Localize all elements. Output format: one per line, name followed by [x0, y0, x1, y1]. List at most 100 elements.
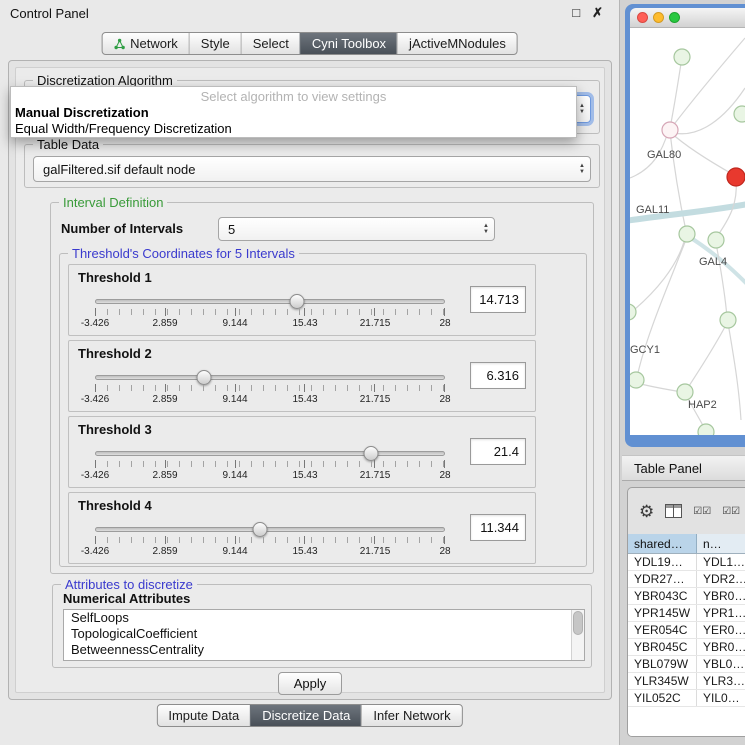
tab-discretize-data[interactable]: Discretize Data [250, 705, 361, 726]
network-node-gal80[interactable] [662, 122, 678, 138]
cell-name[interactable]: YLR3… [697, 673, 745, 689]
threshold-3-slider[interactable] [95, 451, 445, 456]
network-node[interactable] [674, 49, 690, 65]
node-label-hap2: HAP2 [688, 399, 717, 411]
threshold-2-ticks: -3.426 2.859 9.144 15.43 21.715 28 [95, 385, 445, 391]
close-icon[interactable]: ✗ [592, 5, 603, 21]
network-canvas[interactable]: GAL80 GAL11 GAL4 GCY1 HAP2 [630, 28, 745, 435]
network-node[interactable] [698, 424, 714, 435]
network-node[interactable] [734, 106, 745, 122]
tick-label: 21.715 [360, 394, 391, 405]
list-item[interactable]: BetweennessCentrality [64, 642, 584, 658]
minimize-traffic-light[interactable] [653, 12, 664, 23]
numerical-attributes-list: SelfLoops TopologicalCoefficient Between… [63, 609, 585, 661]
threshold-4-box: Threshold 4 -3.426 2.859 9.144 15.43 21.… [68, 492, 536, 564]
table-row[interactable]: YBL079W YBL0… [628, 656, 745, 673]
cell-name[interactable]: YER0… [697, 622, 745, 638]
close-traffic-light[interactable] [637, 12, 648, 23]
network-node[interactable] [720, 312, 736, 328]
threshold-2-value-field[interactable]: 6.316 [470, 362, 526, 389]
threshold-1-slider[interactable] [95, 299, 445, 304]
cell-shared-name[interactable]: YIL052C [628, 690, 697, 706]
cell-shared-name[interactable]: YDL19… [628, 554, 697, 570]
cell-name[interactable]: YBR0… [697, 588, 745, 604]
tick-label: 2.859 [152, 546, 177, 557]
table-row[interactable]: YER054C YER0… [628, 622, 745, 639]
table-data-group-title: Table Data [33, 137, 103, 152]
number-of-intervals-label: Number of Intervals [61, 221, 183, 236]
columns-icon[interactable] [665, 504, 682, 518]
tab-network[interactable]: Network [102, 33, 189, 54]
list-scrollbar[interactable] [571, 610, 584, 660]
float-icon[interactable]: □ [572, 5, 580, 21]
tick-label: 28 [439, 470, 450, 481]
cell-name[interactable]: YPR1… [697, 605, 745, 621]
cell-shared-name[interactable]: YPR145W [628, 605, 697, 621]
tab-style[interactable]: Style [189, 33, 241, 54]
tab-jactivemnodules[interactable]: jActiveMNodules [397, 33, 517, 54]
threshold-1-ticks: -3.426 2.859 9.144 15.43 21.715 28 [95, 309, 445, 315]
threshold-3-slider-thumb[interactable] [363, 446, 378, 461]
cell-shared-name[interactable]: YBR043C [628, 588, 697, 604]
node-label-gal80: GAL80 [647, 149, 681, 161]
numerical-attributes-label: Numerical Attributes [63, 591, 190, 606]
select-columns-icon[interactable]: ☑☑ [693, 506, 711, 517]
table-row[interactable]: YIL052C YIL0… [628, 690, 745, 707]
threshold-4-slider-thumb[interactable] [252, 522, 267, 537]
threshold-2-slider[interactable] [95, 375, 445, 380]
cell-shared-name[interactable]: YBL079W [628, 656, 697, 672]
list-item[interactable]: SelfLoops [64, 610, 584, 626]
threshold-4-value-field[interactable]: 11.344 [470, 514, 526, 541]
network-node-selected[interactable] [727, 168, 745, 186]
dropdown-option-manual[interactable]: Manual Discretization [11, 105, 576, 121]
network-node-hap2[interactable] [677, 384, 693, 400]
cell-name[interactable]: YDL1… [697, 554, 745, 570]
number-of-intervals-combobox[interactable]: 5 [218, 217, 495, 241]
threshold-3-value-field[interactable]: 21.4 [470, 438, 526, 465]
list-scrollbar-thumb[interactable] [573, 611, 583, 635]
network-node[interactable] [630, 304, 636, 320]
cell-shared-name[interactable]: YBR045C [628, 639, 697, 655]
tab-impute-data[interactable]: Impute Data [157, 705, 250, 726]
table-row[interactable]: YLR345W YLR3… [628, 673, 745, 690]
zoom-traffic-light[interactable] [669, 12, 680, 23]
gear-icon[interactable]: ⚙ [639, 503, 654, 520]
column-header-name[interactable]: n… [697, 534, 745, 553]
table-data-group: Table Data galFiltered.sif default node [24, 144, 600, 188]
column-header-shared-name[interactable]: shared… [628, 534, 697, 553]
cell-name[interactable]: YBL0… [697, 656, 745, 672]
threshold-4-ticks: -3.426 2.859 9.144 15.43 21.715 28 [95, 537, 445, 543]
network-window-titlebar[interactable] [630, 8, 745, 28]
cell-name[interactable]: YDR2… [697, 571, 745, 587]
apply-button[interactable]: Apply [278, 672, 342, 695]
control-panel-titlebar: Control Panel □ ✗ [0, 0, 619, 26]
network-node-gcy1[interactable] [630, 372, 644, 388]
tab-select[interactable]: Select [241, 33, 300, 54]
list-item[interactable]: TopologicalCoefficient [64, 626, 584, 642]
network-node-gal4[interactable] [708, 232, 724, 248]
threshold-1-slider-thumb[interactable] [289, 294, 304, 309]
tab-cyni-toolbox[interactable]: Cyni Toolbox [300, 33, 397, 54]
table-row[interactable]: YDR27… YDR2… [628, 571, 745, 588]
tab-infer-network[interactable]: Infer Network [361, 705, 461, 726]
network-node[interactable] [679, 226, 695, 242]
cyni-toolbox-panel: Discretization Algorithm Table Data galF… [8, 60, 612, 700]
threshold-1-value-field[interactable]: 14.713 [470, 286, 526, 313]
threshold-4-slider[interactable] [95, 527, 445, 532]
cell-name[interactable]: YBR0… [697, 639, 745, 655]
table-row[interactable]: YBR045C YBR0… [628, 639, 745, 656]
table-row[interactable]: YPR145W YPR1… [628, 605, 745, 622]
cell-shared-name[interactable]: YDR27… [628, 571, 697, 587]
cell-name[interactable]: YIL0… [697, 690, 745, 706]
tick-label: 21.715 [360, 470, 391, 481]
thresholds-group-title: Threshold's Coordinates for 5 Intervals [68, 246, 299, 261]
table-row[interactable]: YBR043C YBR0… [628, 588, 745, 605]
dropdown-option-equal-width[interactable]: Equal Width/Frequency Discretization [11, 121, 576, 137]
tick-label: 9.144 [222, 470, 247, 481]
table-row[interactable]: YDL19… YDL1… [628, 554, 745, 571]
cell-shared-name[interactable]: YER054C [628, 622, 697, 638]
table-data-combobox[interactable]: galFiltered.sif default node [33, 156, 591, 182]
select-rows-icon[interactable]: ☑☑ [722, 506, 740, 517]
cell-shared-name[interactable]: YLR345W [628, 673, 697, 689]
threshold-2-slider-thumb[interactable] [196, 370, 211, 385]
